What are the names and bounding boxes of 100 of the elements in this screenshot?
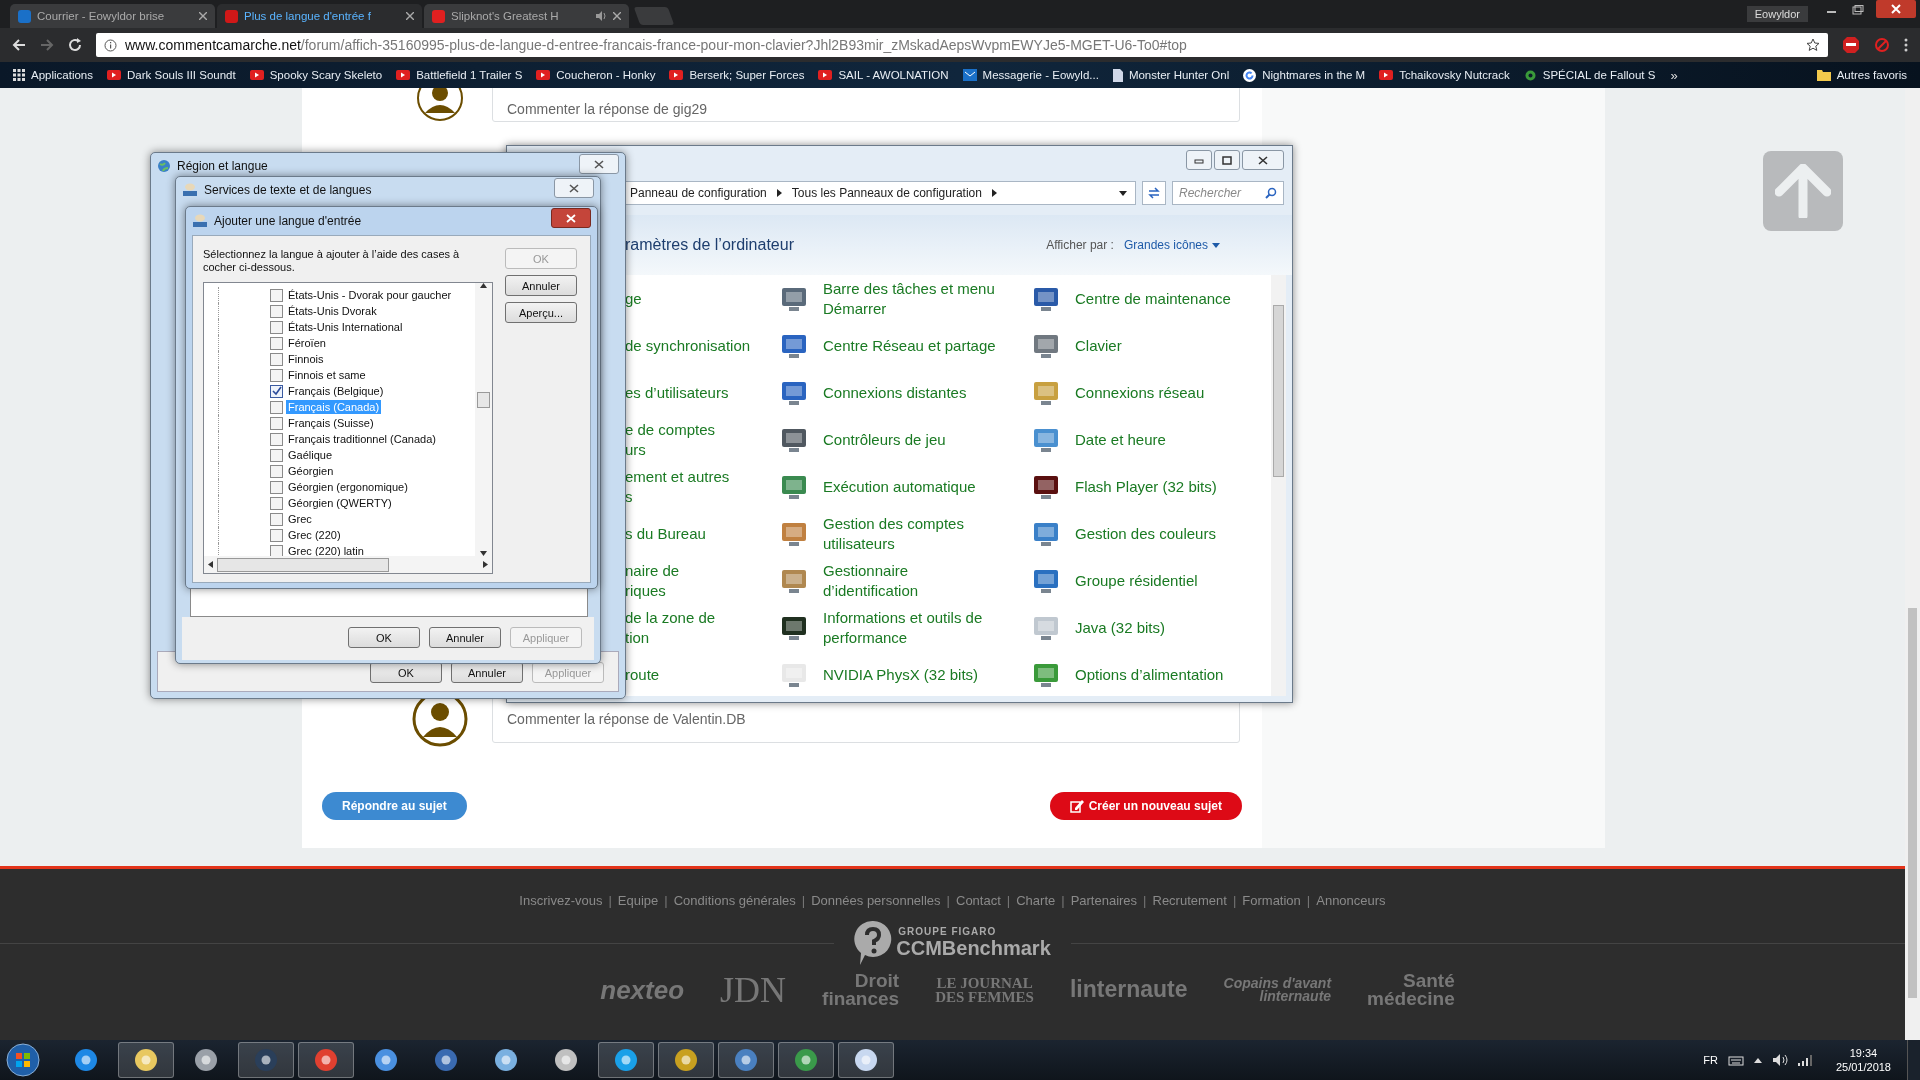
language-item[interactable]: Grec: [286, 512, 314, 526]
scrollbar[interactable]: [475, 283, 492, 556]
taskbar-button[interactable]: [298, 1042, 354, 1078]
scroll-thumb[interactable]: [1273, 305, 1284, 477]
taskbar-button[interactable]: [658, 1042, 714, 1078]
taskbar-button[interactable]: [118, 1042, 174, 1078]
signal-icon[interactable]: [1797, 1054, 1812, 1066]
checkbox[interactable]: [270, 352, 283, 366]
scroll-left-arrow-icon[interactable]: [208, 561, 213, 568]
taskbar-button[interactable]: [718, 1042, 774, 1078]
browser-tab[interactable]: Courrier - Eowyldor brise: [10, 4, 215, 28]
footer-link[interactable]: Inscrivez-vous: [519, 893, 603, 908]
close-button[interactable]: [554, 178, 594, 198]
close-icon[interactable]: [613, 12, 621, 20]
control-panel-item[interactable]: Date et heure: [1075, 429, 1166, 450]
close-icon[interactable]: [406, 12, 414, 20]
scroll-down-arrow-icon[interactable]: [480, 551, 487, 556]
new-topic-button[interactable]: Créer un nouveau sujet: [1049, 792, 1242, 820]
forward-icon[interactable]: [40, 38, 54, 52]
control-panel-item[interactable]: NVIDIA PhysX (32 bits): [823, 664, 979, 685]
bookmark[interactable]: Monster Hunter Onl: [1107, 68, 1235, 82]
brand-logo[interactable]: Copains d'avant linternaute: [1223, 976, 1332, 1004]
control-panel-item[interactable]: Contrôleurs de jeu: [823, 429, 946, 450]
language-item[interactable]: États-Unis Dvorak: [286, 304, 379, 318]
checkbox[interactable]: [270, 320, 283, 334]
control-panel-item[interactable]: Exécution automatique: [823, 476, 976, 497]
footer-link[interactable]: Recrutement: [1152, 893, 1227, 908]
more-bookmarks-button[interactable]: »: [1664, 67, 1684, 83]
view-by-dropdown[interactable]: Grandes icônes: [1123, 238, 1220, 252]
bookmark[interactable]: Berserk; Super Forces: [664, 69, 810, 81]
control-panel-item[interactable]: de la zone de tion: [625, 607, 716, 648]
address-bar[interactable]: www.commentcamarche.net/forum/affich-35160995-plus-de-langue-d-entree-francais-france-pour-mon-clavier?Jhl2B93mir_zMskadAepsWvpmEWYJe5-MGET-U6-To0#top: [96, 33, 1828, 57]
language-item[interactable]: Géorgien (QWERTY): [286, 496, 394, 510]
control-panel-item[interactable]: Clavier: [1075, 335, 1122, 356]
brand-logo[interactable]: nexteo: [600, 977, 685, 1003]
checkbox[interactable]: [270, 464, 283, 478]
language-item[interactable]: Féroïen: [286, 336, 328, 350]
adblock-icon[interactable]: [1842, 36, 1860, 54]
close-icon[interactable]: [199, 12, 207, 20]
bookmark[interactable]: SAIL - AWOLNATION: [813, 69, 954, 81]
dialog-button[interactable]: Annuler: [429, 627, 501, 648]
bookmark[interactable]: SPÉCIAL de Fallout S: [1518, 68, 1661, 82]
brand-logo[interactable]: LE JOURNAL DES FEMMES: [935, 975, 1034, 1005]
checkbox[interactable]: [270, 448, 283, 462]
control-panel-item[interactable]: Informations et outils de performance: [823, 607, 983, 648]
bookmark[interactable]: Battlefield 1 Trailer S: [391, 69, 528, 81]
comment-field[interactable]: Commenter la réponse de gig29: [492, 88, 1240, 122]
control-panel-item[interactable]: s du Bureau: [625, 523, 706, 544]
control-panel-item[interactable]: Gestion des comptes utilisateurs: [823, 513, 964, 554]
brand-logo[interactable]: Santé médecine: [1367, 972, 1455, 1009]
volume-icon[interactable]: [1771, 1053, 1788, 1067]
scrollbar[interactable]: [1905, 88, 1920, 1040]
control-panel-item[interactable]: Barre des tâches et menu Démarrer: [823, 278, 995, 319]
language-item[interactable]: Grec (220) latin: [286, 544, 366, 558]
footer-link[interactable]: Formation: [1242, 893, 1301, 908]
footer-link[interactable]: Annonceurs: [1316, 893, 1386, 908]
dropdown-arrow-icon[interactable]: [1119, 190, 1127, 196]
scroll-thumb[interactable]: [1908, 608, 1917, 998]
checkbox[interactable]: [270, 304, 283, 318]
footer-link[interactable]: Données personnelles: [811, 893, 941, 908]
checkbox[interactable]: [270, 432, 283, 446]
brand-logo[interactable]: linternaute: [1069, 979, 1188, 1001]
control-panel-item[interactable]: Gestion des couleurs: [1075, 523, 1216, 544]
language-item[interactable]: Gaélique: [286, 448, 335, 462]
control-panel-item[interactable]: ement et autres s: [625, 466, 730, 507]
clock[interactable]: 19:34 25/01/2018: [1821, 1046, 1897, 1074]
scrollbar[interactable]: [1271, 275, 1286, 696]
language-item[interactable]: États-Unis International: [286, 320, 405, 334]
taskbar-button[interactable]: [838, 1042, 894, 1078]
language-item[interactable]: Français (Suisse): [286, 416, 376, 430]
language-item[interactable]: Géorgien: [286, 464, 336, 478]
taskbar-button[interactable]: [598, 1042, 654, 1078]
breadcrumb-bar[interactable]: Panneau de configuration Tous les Panneaux de configuration: [625, 181, 1136, 205]
bookmark[interactable]: Coucheron - Honky: [531, 69, 661, 81]
other-bookmarks-folder[interactable]: Autres favoris: [1811, 69, 1912, 81]
profile-name[interactable]: Eowyldor: [1746, 6, 1808, 22]
minimize-button[interactable]: [1186, 150, 1212, 170]
maximize-button[interactable]: [1214, 150, 1240, 170]
bookmark[interactable]: Dark Souls III Soundt: [102, 69, 241, 81]
language-item[interactable]: Grec (220): [286, 528, 343, 542]
footer-link[interactable]: Conditions générales: [673, 893, 796, 908]
control-panel-item[interactable]: e de comptes urs: [625, 419, 716, 460]
control-panel-item[interactable]: Connexions distantes: [823, 382, 967, 403]
scroll-up-arrow-icon[interactable]: [480, 283, 487, 288]
dialog-button[interactable]: OK: [348, 627, 420, 648]
start-button[interactable]: [6, 1043, 40, 1077]
language-list[interactable]: [203, 282, 493, 574]
taskbar-button[interactable]: [778, 1042, 834, 1078]
checkbox[interactable]: [270, 496, 283, 510]
block-icon[interactable]: [1874, 37, 1890, 53]
checkbox[interactable]: [270, 384, 283, 398]
reload-icon[interactable]: [68, 38, 82, 52]
scroll-right-arrow-icon[interactable]: [483, 561, 488, 568]
close-button[interactable]: [579, 154, 619, 174]
menu-icon[interactable]: [1904, 38, 1908, 52]
control-panel-item[interactable]: Options d’alimentation: [1075, 664, 1224, 685]
checkbox[interactable]: [270, 480, 283, 494]
dialog-button[interactable]: Aperçu...: [505, 302, 577, 323]
bookmark[interactable]: Spooky Scary Skeleto: [244, 69, 388, 81]
checkbox[interactable]: [270, 288, 283, 302]
